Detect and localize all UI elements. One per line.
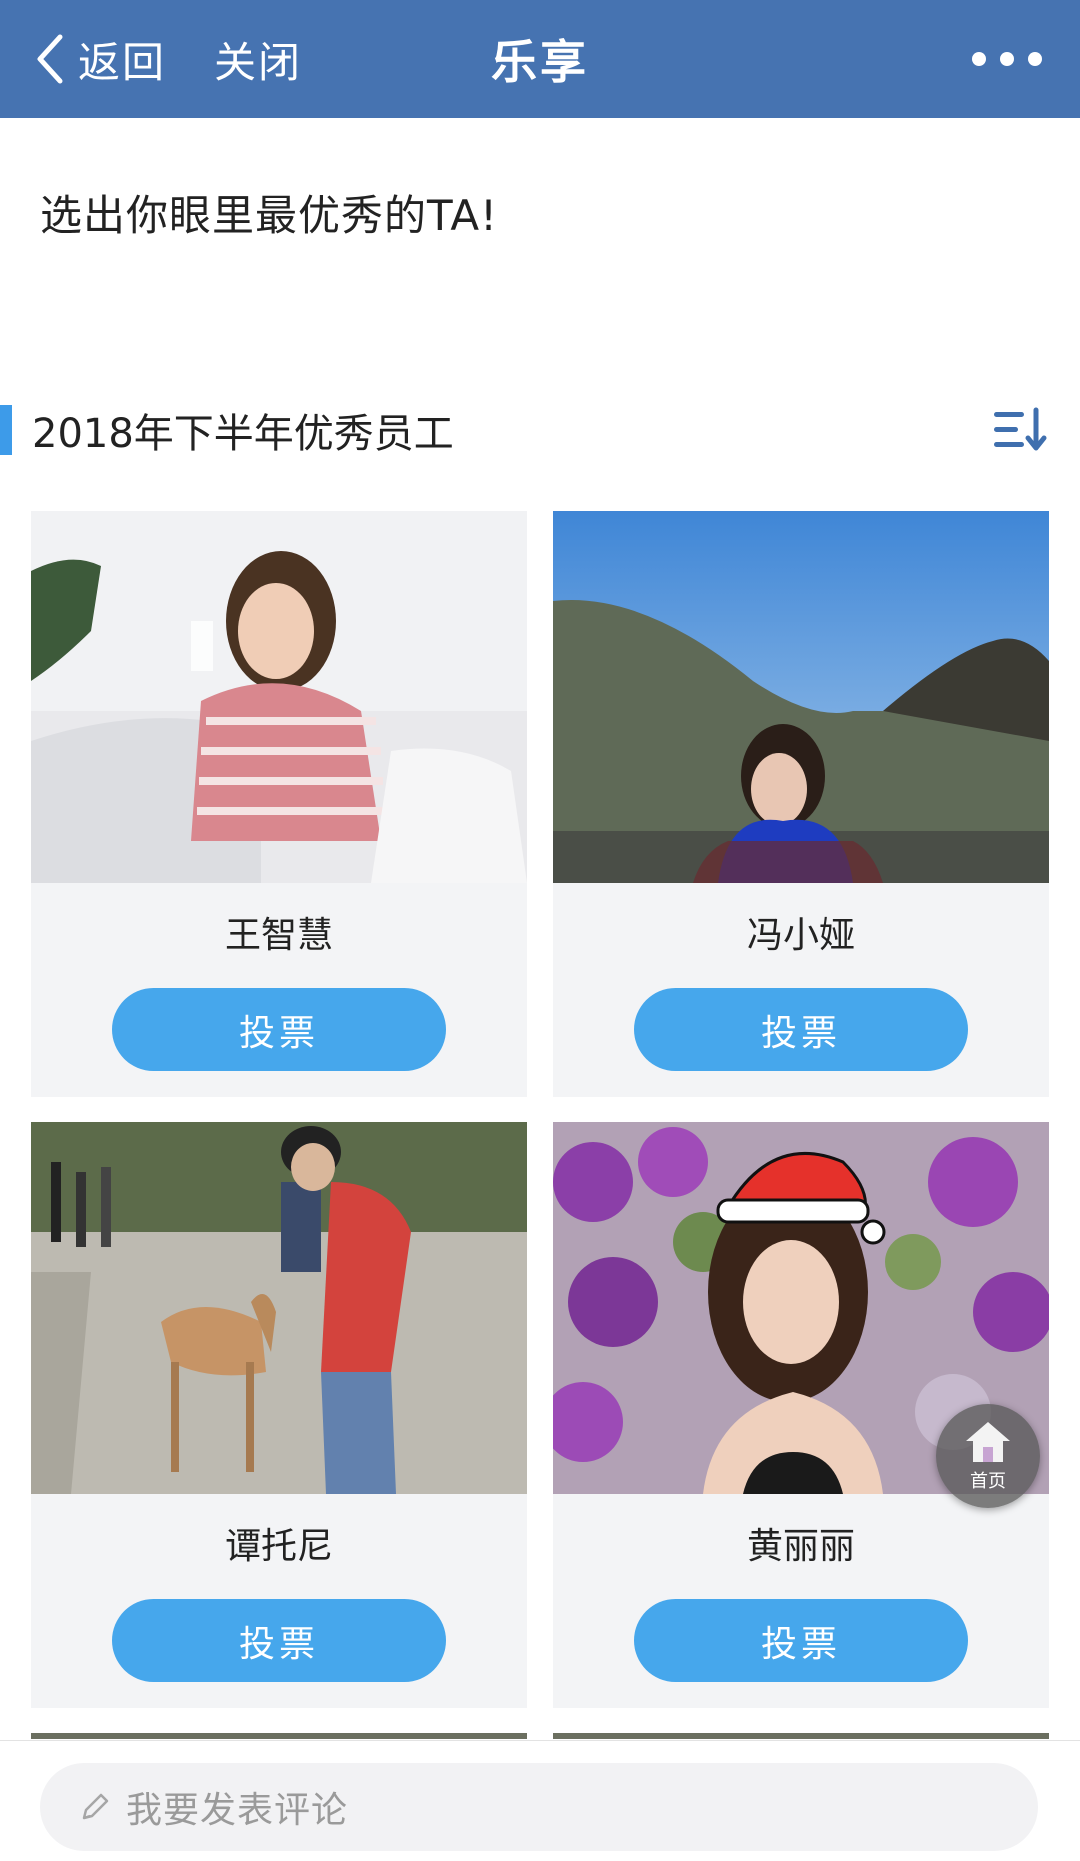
back-label: 返回 (78, 37, 167, 87)
candidate-photo (31, 511, 527, 883)
home-label: 首页 (970, 1471, 1006, 1492)
sort-descending-icon[interactable] (990, 406, 1050, 454)
chevron-left-icon (37, 34, 63, 84)
comment-bar: 我要发表评论 (0, 1740, 1080, 1861)
intro-text: 选出你眼里最优秀的TA! (40, 191, 498, 240)
vote-button[interactable]: 投票 (112, 1599, 446, 1682)
candidate-name: 黄丽丽 (746, 1526, 855, 1567)
home-icon (966, 1422, 1010, 1462)
vote-button[interactable]: 投票 (634, 1599, 968, 1682)
more-dots-icon[interactable] (972, 40, 1042, 78)
vote-button[interactable]: 投票 (112, 988, 446, 1071)
candidate-photo (31, 1122, 527, 1494)
candidate-name: 冯小娅 (746, 915, 855, 956)
vote-button[interactable]: 投票 (634, 988, 968, 1071)
pencil-icon (82, 1793, 109, 1820)
top-navigation-bar: 返回 关闭 乐享 (0, 0, 1080, 118)
candidate-name: 谭托尼 (224, 1526, 333, 1567)
home-button[interactable]: 首页 (936, 1404, 1040, 1508)
candidate-photo-partial (553, 1733, 1049, 1739)
close-button[interactable]: 关闭 (214, 24, 302, 94)
candidate-photo (553, 511, 1049, 883)
comment-input[interactable]: 我要发表评论 (40, 1763, 1038, 1851)
comment-placeholder: 我要发表评论 (126, 1790, 349, 1831)
section-title: 2018年下半年优秀员工 (32, 411, 454, 457)
candidate-card: 冯小娅 投票 (553, 511, 1049, 1097)
candidate-photo-partial (31, 1733, 527, 1739)
candidate-name: 王智慧 (224, 915, 333, 956)
candidate-card: 王智慧 投票 (31, 511, 527, 1097)
section-marker (0, 405, 12, 455)
candidate-card: 谭托尼 投票 (31, 1122, 527, 1708)
back-button[interactable]: 返回 (30, 24, 166, 94)
